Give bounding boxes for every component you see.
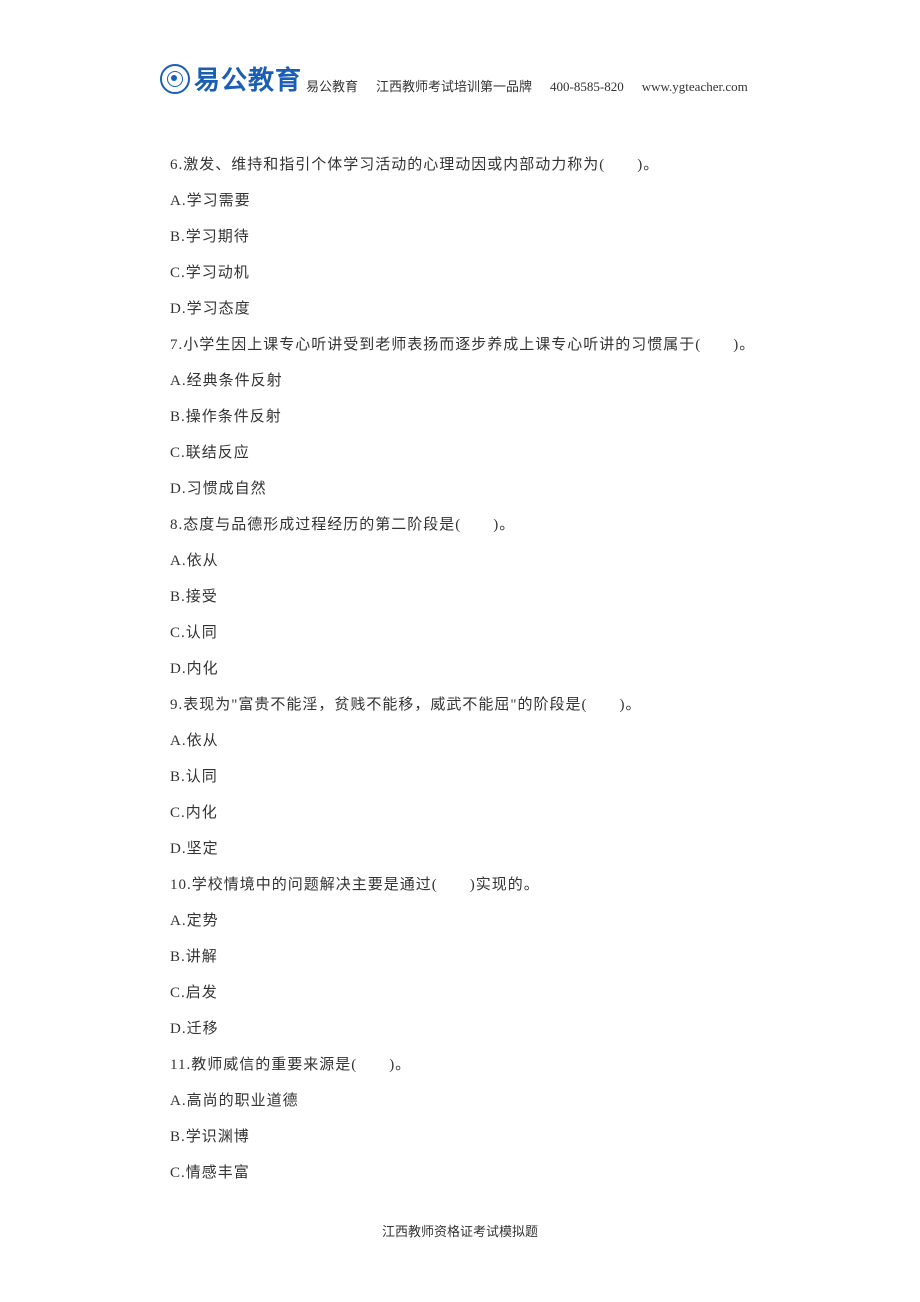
question-option: C.情感丰富	[170, 1155, 840, 1191]
document-page: 易公教育 易公教育江西教师考试培训第一品牌400-8585-820www.ygt…	[0, 0, 920, 1280]
logo-text: 易公教育	[194, 60, 302, 97]
question-option: C.联结反应	[170, 435, 840, 471]
question-option: A.依从	[170, 543, 840, 579]
question-option: C.启发	[170, 975, 840, 1011]
question-option: B.接受	[170, 579, 840, 615]
question-option: A.定势	[170, 903, 840, 939]
question-stem: 11.教师威信的重要来源是( )。	[170, 1047, 840, 1083]
question-option: B.学习期待	[170, 219, 840, 255]
logo: 易公教育	[160, 60, 302, 97]
question-option: D.迁移	[170, 1011, 840, 1047]
page-header: 易公教育 易公教育江西教师考试培训第一品牌400-8585-820www.ygt…	[0, 60, 920, 97]
question-option: D.坚定	[170, 831, 840, 867]
question-option: A.经典条件反射	[170, 363, 840, 399]
question-option: C.内化	[170, 795, 840, 831]
question-option: C.认同	[170, 615, 840, 651]
page-footer: 江西教师资格证考试模拟题	[0, 1221, 920, 1240]
question-option: C.学习动机	[170, 255, 840, 291]
question-stem: 8.态度与品德形成过程经历的第二阶段是( )。	[170, 507, 840, 543]
question-stem: 10.学校情境中的问题解决主要是通过( )实现的。	[170, 867, 840, 903]
question-option: A.高尚的职业道德	[170, 1083, 840, 1119]
question-option: A.依从	[170, 723, 840, 759]
header-info: 易公教育 江西教师考试培训第一品牌 400-8585-820 www.ygteache…	[306, 76, 766, 97]
question-option: A.学习需要	[170, 183, 840, 219]
question-option: D.内化	[170, 651, 840, 687]
question-option: B.认同	[170, 759, 840, 795]
header-website: www.ygteacher.com	[642, 79, 748, 94]
content-body: 6.激发、维持和指引个体学习活动的心理动因或内部动力称为( )。 A.学习需要 …	[0, 147, 920, 1191]
header-phone: 400-8585-820	[550, 79, 624, 94]
question-option: D.学习态度	[170, 291, 840, 327]
question-option: B.操作条件反射	[170, 399, 840, 435]
header-company: 易公教育	[306, 79, 358, 94]
question-option: B.学识渊博	[170, 1119, 840, 1155]
question-stem: 6.激发、维持和指引个体学习活动的心理动因或内部动力称为( )。	[170, 147, 840, 183]
question-option: B.讲解	[170, 939, 840, 975]
header-slogan: 江西教师考试培训第一品牌	[376, 79, 532, 94]
logo-icon	[160, 64, 190, 94]
question-stem: 7.小学生因上课专心听讲受到老师表扬而逐步养成上课专心听讲的习惯属于( )。	[170, 327, 840, 363]
question-option: D.习惯成自然	[170, 471, 840, 507]
question-stem: 9.表现为"富贵不能淫，贫贱不能移，威武不能屈"的阶段是( )。	[170, 687, 840, 723]
